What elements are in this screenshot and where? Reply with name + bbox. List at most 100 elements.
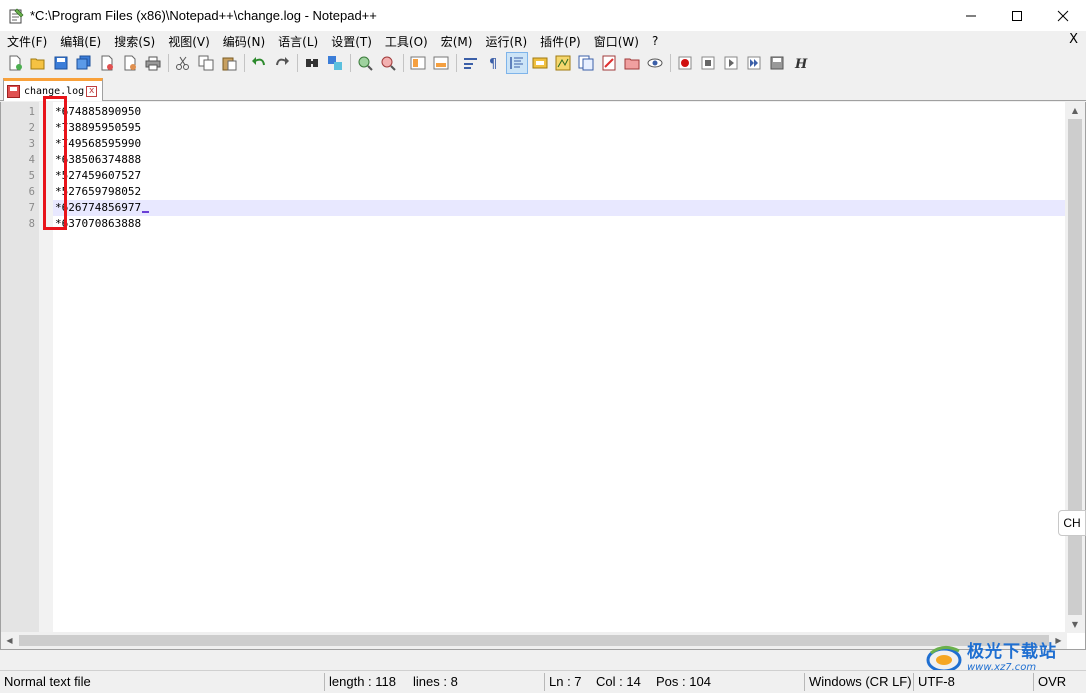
monitoring-icon[interactable] (621, 52, 643, 74)
toolbar-separator (670, 54, 671, 72)
line-text: *638506374888 (55, 153, 142, 166)
line-text: *527459607527 (55, 169, 142, 182)
redo-icon[interactable] (271, 52, 293, 74)
menu-help[interactable]: ? (645, 34, 664, 48)
close-icon[interactable] (1040, 0, 1086, 31)
eye-icon[interactable] (644, 52, 666, 74)
open-file-icon[interactable] (27, 52, 49, 74)
status-bar: Normal text file length : 118 lines : 8 … (0, 670, 1086, 693)
stop-record-icon[interactable] (697, 52, 719, 74)
vertical-scroll-thumb[interactable] (1068, 119, 1082, 615)
status-pos: Pos : 104 (656, 674, 711, 689)
editor-area[interactable]: 1 2 3 4 5 6 7 8 *674885890950 *738895950… (0, 96, 1086, 650)
notepad-app-icon (8, 8, 24, 24)
sync-horizontal-icon[interactable] (430, 52, 452, 74)
vertical-scrollbar[interactable]: ▲ ▼ (1065, 102, 1085, 633)
run-macro-multiple-icon[interactable] (743, 52, 765, 74)
toolbar-separator (350, 54, 351, 72)
line-number: 8 (28, 218, 35, 230)
status-file-type: Normal text file (4, 674, 91, 689)
undo-icon[interactable] (248, 52, 270, 74)
print-icon[interactable] (142, 52, 164, 74)
document-map-icon[interactable] (552, 52, 574, 74)
horizontal-scrollbar[interactable]: ◀ ▶ (1, 632, 1067, 649)
line-text: *738895950595 (55, 121, 142, 134)
user-language-icon[interactable] (529, 52, 551, 74)
menu-language[interactable]: 语言(L) (271, 33, 324, 50)
status-col: Col : 14 (596, 674, 641, 689)
menu-edit[interactable]: 编辑(E) (53, 33, 107, 50)
line-number: 6 (28, 186, 35, 198)
find-icon[interactable] (301, 52, 323, 74)
svg-text:¶: ¶ (489, 57, 497, 71)
status-encoding: UTF-8 (918, 674, 955, 689)
scroll-up-icon[interactable]: ▲ (1065, 102, 1085, 119)
maximize-icon[interactable] (994, 0, 1040, 31)
text-line[interactable]: *674885890950 (53, 104, 1065, 120)
text-line[interactable]: *749568595990 (53, 136, 1065, 152)
zoom-out-icon[interactable] (377, 52, 399, 74)
save-macro-icon[interactable] (766, 52, 788, 74)
function-list-icon[interactable] (575, 52, 597, 74)
menu-run[interactable]: 运行(R) (478, 33, 533, 50)
menu-search[interactable]: 搜索(S) (107, 33, 161, 50)
toolbar-separator (168, 54, 169, 72)
save-icon[interactable] (50, 52, 72, 74)
line-text: *749568595990 (55, 137, 142, 150)
text-line[interactable]: *527659798052 (53, 184, 1065, 200)
status-mode: OVR (1038, 674, 1067, 689)
text-line[interactable]: *738895950595 (53, 120, 1065, 136)
close-document-button[interactable]: X (1069, 32, 1078, 47)
status-length: length : 118 (329, 674, 396, 689)
toolbar-separator (297, 54, 298, 72)
menu-macro[interactable]: 宏(M) (434, 33, 479, 50)
close-icon[interactable] (96, 52, 118, 74)
window-title: *C:\Program Files (x86)\Notepad++\change… (30, 8, 377, 23)
paste-icon[interactable] (218, 52, 240, 74)
cut-icon[interactable] (172, 52, 194, 74)
menu-encoding[interactable]: 编码(N) (216, 33, 271, 50)
minimize-icon[interactable] (948, 0, 994, 31)
menu-file[interactable]: 文件(F) (0, 33, 53, 50)
line-text: *527659798052 (55, 185, 142, 198)
text-line[interactable]: *638506374888 (53, 152, 1065, 168)
indent-guide-icon[interactable] (506, 52, 528, 74)
status-lines: lines : 8 (413, 674, 458, 689)
show-all-chars-icon[interactable]: ¶ (483, 52, 505, 74)
column-highlight-box (43, 96, 67, 230)
line-text: *637070863888 (55, 217, 142, 230)
menu-tools[interactable]: 工具(O) (378, 33, 434, 50)
scroll-left-icon[interactable]: ◀ (1, 632, 18, 649)
line-text: *674885890950 (55, 105, 142, 118)
current-text-line[interactable]: *626774856977 (53, 200, 1065, 216)
menu-plugins[interactable]: 插件(P) (533, 33, 587, 50)
line-number: 2 (28, 122, 35, 134)
zoom-in-icon[interactable] (354, 52, 376, 74)
new-file-icon[interactable] (4, 52, 26, 74)
tab-close-icon[interactable]: x (86, 85, 98, 97)
word-wrap-icon[interactable] (460, 52, 482, 74)
sync-vertical-icon[interactable] (407, 52, 429, 74)
folder-workspace-icon[interactable] (598, 52, 620, 74)
menu-settings[interactable]: 设置(T) (324, 33, 378, 50)
title-bar: *C:\Program Files (x86)\Notepad++\change… (0, 0, 1086, 31)
close-all-icon[interactable] (119, 52, 141, 74)
tab-label: change.log (24, 85, 85, 97)
hex-editor-icon[interactable]: H (789, 52, 811, 74)
record-macro-icon[interactable] (674, 52, 696, 74)
text-line[interactable]: *637070863888 (53, 216, 1065, 232)
play-macro-icon[interactable] (720, 52, 742, 74)
watermark-name: 极光下载站 (967, 642, 1057, 662)
save-all-icon[interactable] (73, 52, 95, 74)
toolbar-separator (403, 54, 404, 72)
menu-window[interactable]: 窗口(W) (587, 33, 645, 50)
replace-icon[interactable] (324, 52, 346, 74)
menu-view[interactable]: 视图(V) (161, 33, 216, 50)
horizontal-scroll-thumb[interactable] (19, 635, 1049, 646)
text-line[interactable]: *527459607527 (53, 168, 1065, 184)
scroll-down-icon[interactable]: ▼ (1065, 616, 1085, 633)
copy-icon[interactable] (195, 52, 217, 74)
ime-language-indicator[interactable]: CH (1058, 510, 1086, 536)
toolbar: ¶ H (0, 51, 1086, 75)
text-caret (142, 211, 150, 213)
